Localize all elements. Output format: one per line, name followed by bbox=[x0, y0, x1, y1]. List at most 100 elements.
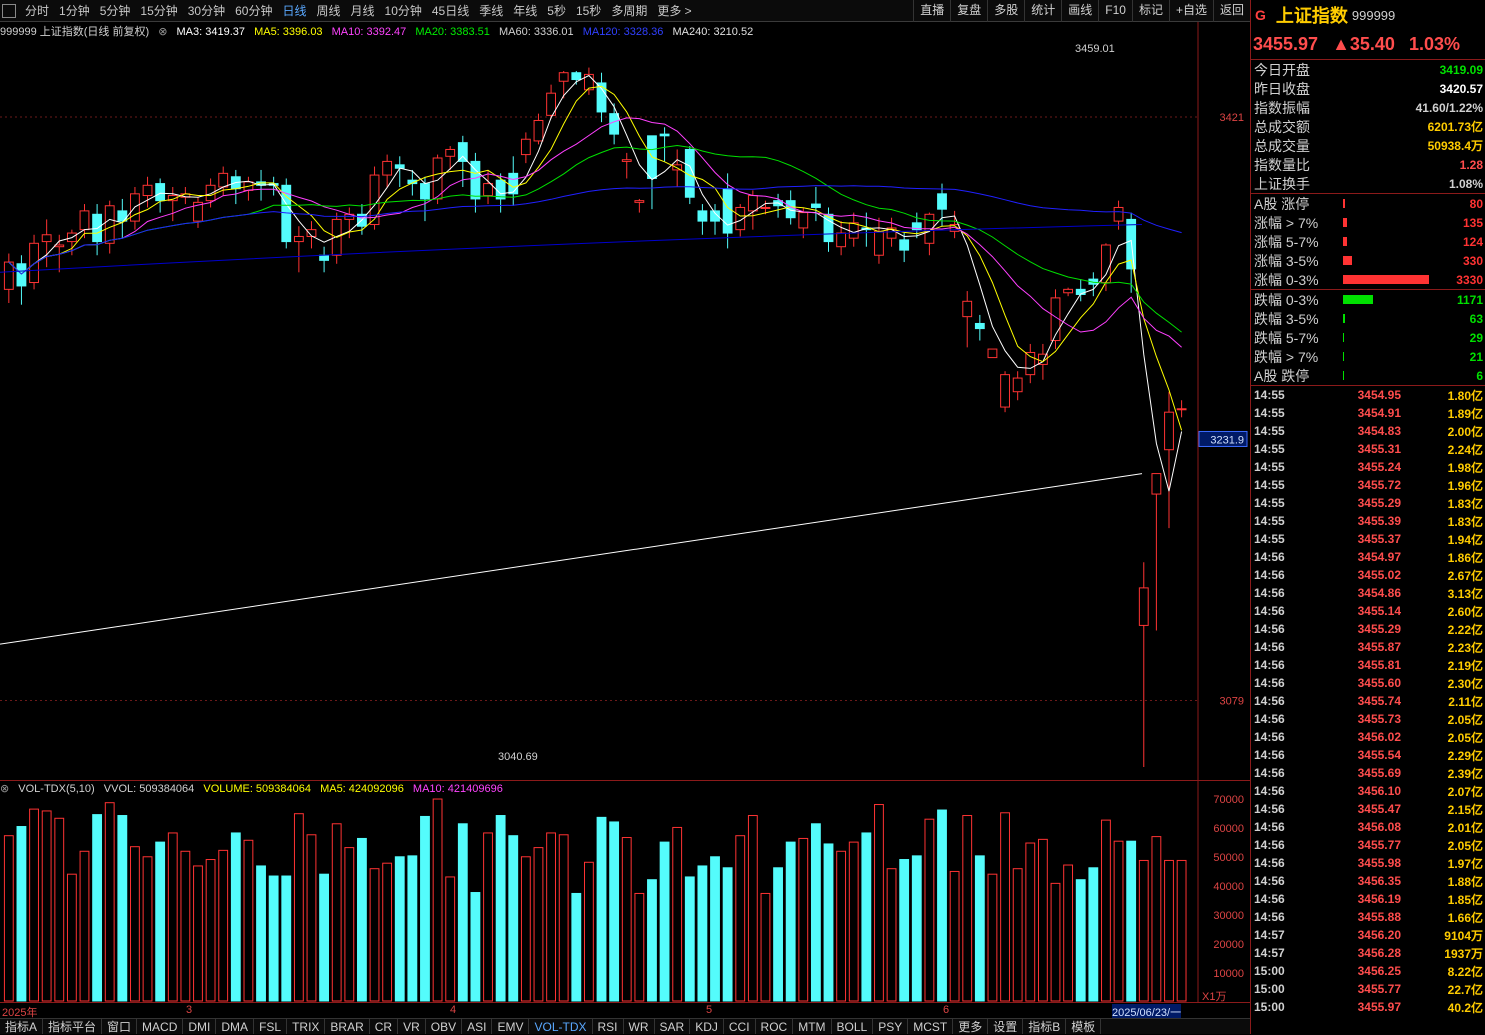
breadth-bar bbox=[1343, 333, 1344, 342]
period-tab[interactable]: 多周期 bbox=[606, 0, 652, 22]
volume-bar bbox=[92, 814, 103, 1002]
period-tab[interactable]: 1分钟 bbox=[54, 0, 95, 22]
indicator-tab[interactable]: BOLL bbox=[832, 1019, 874, 1034]
period-tab[interactable]: 日线 bbox=[277, 0, 311, 22]
indicator-tab[interactable]: ASI bbox=[462, 1019, 493, 1034]
tick-price: 3456.19 bbox=[1357, 892, 1401, 906]
tool-button[interactable]: 多股 bbox=[987, 0, 1024, 22]
tick-time: 14:56 bbox=[1254, 676, 1285, 690]
tick-row: 14:56 3455.29 2.22亿 bbox=[1251, 620, 1485, 638]
period-tab[interactable]: 更多 > bbox=[652, 0, 696, 22]
volume-bar bbox=[861, 832, 872, 1002]
indicator-tab[interactable]: SAR bbox=[655, 1019, 691, 1034]
indicator-tab[interactable]: CR bbox=[370, 1019, 399, 1034]
indicator-tab[interactable]: CCI bbox=[724, 1019, 756, 1034]
indicator-tab[interactable]: 指标A bbox=[0, 1019, 44, 1034]
volume-bar bbox=[382, 862, 393, 1002]
volume-bar bbox=[167, 832, 178, 1002]
tick-time: 14:56 bbox=[1254, 910, 1285, 924]
period-tab[interactable]: 年线 bbox=[508, 0, 542, 22]
tick-row: 14:55 3455.37 1.94亿 bbox=[1251, 530, 1485, 548]
price-axis-label: 3079 bbox=[1220, 695, 1244, 707]
indicator-tab[interactable]: KDJ bbox=[690, 1019, 724, 1034]
indicator-tab[interactable]: TRIX bbox=[287, 1019, 326, 1034]
indicator-tab[interactable]: PSY bbox=[873, 1019, 909, 1034]
kline-chart[interactable]: 3421 3231.9 3079 3459.01 3040.69 bbox=[0, 22, 1250, 782]
quote-stat-row: 上证换手 1.08% bbox=[1251, 174, 1485, 193]
indicator-tab[interactable]: OBV bbox=[426, 1019, 463, 1034]
tool-button[interactable]: +自选 bbox=[1168, 0, 1213, 22]
tick-row: 15:00 3455.77 22.7亿 bbox=[1251, 980, 1485, 998]
group-mark[interactable]: G bbox=[1255, 7, 1266, 23]
period-tab[interactable]: 5秒 bbox=[542, 0, 571, 22]
period-tab[interactable]: 15秒 bbox=[571, 0, 606, 22]
indicator-tab[interactable]: 指标平台 bbox=[43, 1019, 103, 1034]
indicator-tab[interactable]: EMV bbox=[492, 1019, 530, 1034]
tick-row: 14:56 3455.81 2.19亿 bbox=[1251, 656, 1485, 674]
ma-header: 999999 上证指数(日线 前复权) ⊗ MA3: 3419.37 MA5: … bbox=[0, 23, 759, 39]
breadth-value: 124 bbox=[1462, 234, 1483, 249]
volume-bar bbox=[899, 859, 910, 1002]
period-tab[interactable]: 周线 bbox=[311, 0, 345, 22]
indicator-tab[interactable]: ROC bbox=[756, 1019, 794, 1034]
indicator-tab[interactable]: MACD bbox=[137, 1019, 184, 1034]
indicator-tab[interactable]: MCST bbox=[908, 1019, 954, 1034]
volume-bar bbox=[1151, 836, 1162, 1002]
panel-toggle-icon[interactable] bbox=[2, 4, 16, 18]
volume-bar bbox=[445, 876, 456, 1002]
tool-button[interactable]: F10 bbox=[1098, 0, 1132, 22]
period-tab[interactable]: 45日线 bbox=[427, 0, 474, 22]
tick-list[interactable]: 14:55 3454.95 1.80亿 14:55 3454.91 1.89亿 14:55 3… bbox=[1251, 385, 1485, 1016]
candle-body bbox=[533, 119, 544, 142]
indicator-tab[interactable]: RSI bbox=[593, 1019, 624, 1034]
tool-button[interactable]: 画线 bbox=[1061, 0, 1098, 22]
volume-bar bbox=[180, 850, 191, 1002]
indicator-tab[interactable]: 窗口 bbox=[102, 1019, 138, 1034]
period-tab[interactable]: 30分钟 bbox=[183, 0, 230, 22]
indicator-tab[interactable]: 模板 bbox=[1066, 1019, 1102, 1034]
kline-canvas[interactable]: 3421 3231.9 3079 3459.01 3040.69 bbox=[0, 22, 1250, 782]
indicator-tab[interactable]: 设置 bbox=[988, 1019, 1024, 1034]
tool-button[interactable]: 返回 bbox=[1212, 0, 1250, 22]
period-tab[interactable]: 分时 bbox=[20, 0, 54, 22]
ma60-line bbox=[8, 185, 1182, 275]
indicator-tab[interactable]: DMA bbox=[216, 1019, 255, 1034]
indicator-tab[interactable]: MTM bbox=[793, 1019, 832, 1034]
tool-button[interactable]: 复盘 bbox=[950, 0, 987, 22]
period-tab[interactable]: 15分钟 bbox=[135, 0, 182, 22]
indicator-tab[interactable]: VR bbox=[398, 1019, 426, 1034]
stat-label: 今日开盘 bbox=[1254, 61, 1310, 78]
period-tab[interactable]: 5分钟 bbox=[95, 0, 136, 22]
tool-button[interactable]: 标记 bbox=[1131, 0, 1169, 22]
volume-bar bbox=[117, 815, 128, 1002]
stat-label: 昨日收盘 bbox=[1254, 80, 1310, 97]
period-tab[interactable]: 季线 bbox=[474, 0, 508, 22]
tool-button[interactable]: 统计 bbox=[1024, 0, 1061, 22]
indicator-tab[interactable]: WR bbox=[624, 1019, 655, 1034]
period-tab[interactable]: 10分钟 bbox=[380, 0, 427, 22]
indicator-tab[interactable]: 指标B bbox=[1023, 1019, 1067, 1034]
breadth-label: 跌幅 5-7% bbox=[1254, 329, 1319, 346]
volume-chart[interactable]: 70000 60000 50000 40000 30000 20000 10000 X1万 bbox=[0, 780, 1250, 1003]
indicator-tab[interactable]: VOL-TDX bbox=[529, 1019, 593, 1034]
volume-bar bbox=[1012, 868, 1023, 1002]
indicator-tab[interactable]: DMI bbox=[183, 1019, 217, 1034]
period-tab[interactable]: 月线 bbox=[346, 0, 380, 22]
volume-canvas[interactable]: 70000600005000040000300002000010000X1万 bbox=[0, 781, 1250, 1003]
candle-body bbox=[987, 348, 998, 359]
indicator-tab[interactable]: 更多 bbox=[953, 1019, 989, 1034]
tool-button[interactable]: 直播 bbox=[913, 0, 950, 22]
tick-price: 3455.39 bbox=[1357, 514, 1401, 528]
tick-row: 14:56 3455.60 2.30亿 bbox=[1251, 674, 1485, 692]
indicator-tab[interactable]: FSL bbox=[254, 1019, 288, 1034]
stat-value: 41.60/1.22% bbox=[1415, 100, 1483, 115]
indicator-tab[interactable]: BRAR bbox=[325, 1019, 370, 1034]
vol-axis-label: 40000 bbox=[1213, 881, 1244, 893]
volume-bar bbox=[810, 823, 821, 1002]
collapse-icon[interactable]: ⊗ bbox=[0, 783, 9, 795]
candle-body bbox=[1000, 374, 1010, 408]
period-tab[interactable]: 60分钟 bbox=[230, 0, 277, 22]
vol-axis-label: 10000 bbox=[1213, 968, 1244, 980]
collapse-icon[interactable]: ⊗ bbox=[158, 26, 167, 38]
tick-price: 3455.77 bbox=[1357, 838, 1401, 852]
